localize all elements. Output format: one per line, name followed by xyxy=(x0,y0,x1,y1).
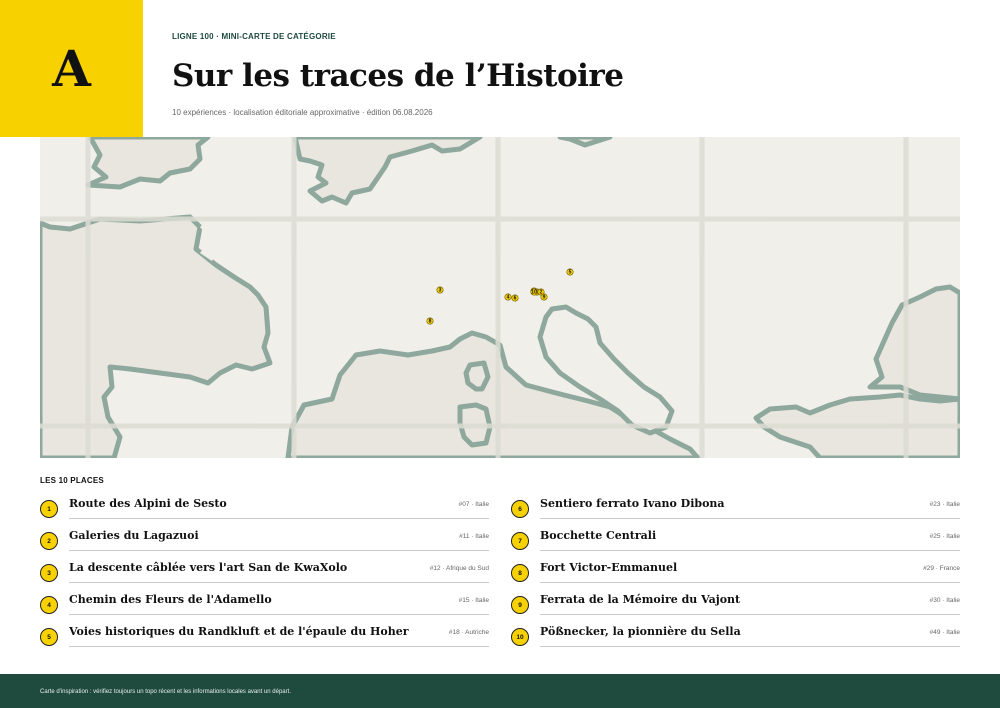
place-ref: #07 · Italie xyxy=(458,501,489,508)
divider xyxy=(540,550,960,551)
place-name[interactable]: Bocchette Centrali xyxy=(540,529,880,542)
footer: Carte d'inspiration : vérifiez toujours … xyxy=(0,674,1000,708)
category-eyebrow: LIGNE 100 · MINI-CARTE DE CATÉGORIE xyxy=(172,32,336,41)
place-ref: #49 · Italie xyxy=(929,629,960,636)
list-item[interactable]: 10 Pößnecker, la pionnière du Sella #49 … xyxy=(511,619,960,651)
list-item[interactable]: 6 Sentiero ferrato Ivano Dibona #23 · It… xyxy=(511,491,960,523)
marker-label: 8 xyxy=(429,319,432,325)
map-marker-4[interactable]: 4 xyxy=(504,293,512,301)
logo-letter: A xyxy=(52,38,91,98)
place-name[interactable]: Galeries du Lagazuoi xyxy=(69,529,409,542)
place-name[interactable]: Fort Victor-Emmanuel xyxy=(540,561,880,574)
marker-label: 5 xyxy=(569,270,572,276)
place-ref: #30 · Italie xyxy=(929,597,960,604)
divider xyxy=(69,518,489,519)
places-column-right: 6 Sentiero ferrato Ivano Dibona #23 · It… xyxy=(511,491,960,651)
list-item[interactable]: 4 Chemin des Fleurs de l'Adamello #15 · … xyxy=(40,587,489,619)
list-item[interactable]: 3 La descente câblée vers l'art San de K… xyxy=(40,555,489,587)
divider xyxy=(69,614,489,615)
divider xyxy=(69,550,489,551)
place-number: 6 xyxy=(511,500,529,518)
divider xyxy=(540,518,960,519)
divider xyxy=(69,646,489,647)
list-item[interactable]: 9 Ferrata de la Mémoire du Vajont #30 · … xyxy=(511,587,960,619)
place-ref: #12 · Afrique du Sud xyxy=(429,565,489,572)
map-marker-9[interactable]: 9 xyxy=(540,293,548,301)
place-number: 7 xyxy=(511,532,529,550)
place-name[interactable]: La descente câblée vers l'art San de Kwa… xyxy=(69,561,409,574)
divider xyxy=(69,582,489,583)
map-marker-6[interactable]: 6 xyxy=(511,294,519,302)
place-name[interactable]: Chemin des Fleurs de l'Adamello xyxy=(69,593,409,606)
place-number: 9 xyxy=(511,596,529,614)
place-name[interactable]: Route des Alpini de Sesto xyxy=(69,497,409,510)
place-number: 2 xyxy=(40,532,58,550)
list-item[interactable]: 8 Fort Victor-Emmanuel #29 · France xyxy=(511,555,960,587)
divider xyxy=(540,614,960,615)
place-number: 5 xyxy=(40,628,58,646)
place-name[interactable]: Voies historiques du Randkluft et de l'é… xyxy=(69,625,409,638)
place-name[interactable]: Ferrata de la Mémoire du Vajont xyxy=(540,593,880,606)
list-item[interactable]: 5 Voies historiques du Randkluft et de l… xyxy=(40,619,489,651)
page-title: Sur les traces de l’Histoire xyxy=(172,58,624,94)
place-ref: #29 · France xyxy=(923,565,960,572)
place-ref: #18 · Autriche xyxy=(448,629,489,636)
marker-label: 3 xyxy=(439,288,442,294)
list-heading: LES 10 PLACES xyxy=(40,476,104,485)
place-number: 4 xyxy=(40,596,58,614)
place-number: 10 xyxy=(511,628,529,646)
map-canvas: 12345678910 xyxy=(40,137,960,458)
marker-label: 6 xyxy=(514,296,517,302)
footer-disclaimer: Carte d'inspiration : vérifiez toujours … xyxy=(40,689,291,695)
place-name[interactable]: Sentiero ferrato Ivano Dibona xyxy=(540,497,880,510)
divider xyxy=(540,646,960,647)
place-number: 1 xyxy=(40,500,58,518)
list-item[interactable]: 7 Bocchette Centrali #25 · Italie xyxy=(511,523,960,555)
map-marker-3[interactable]: 3 xyxy=(436,286,444,294)
place-ref: #23 · Italie xyxy=(929,501,960,508)
category-map[interactable]: 12345678910 xyxy=(40,137,960,458)
list-item[interactable]: 2 Galeries du Lagazuoi #11 · Italie xyxy=(40,523,489,555)
map-marker-5[interactable]: 5 xyxy=(566,268,574,276)
divider xyxy=(540,582,960,583)
map-marker-10[interactable]: 10 xyxy=(530,288,538,296)
marker-label: 10 xyxy=(531,290,537,296)
place-number: 8 xyxy=(511,564,529,582)
map-marker-8[interactable]: 8 xyxy=(426,317,434,325)
place-ref: #15 · Italie xyxy=(458,597,489,604)
place-ref: #11 · Italie xyxy=(459,533,489,540)
marker-label: 4 xyxy=(507,295,510,301)
list-item[interactable]: 1 Route des Alpini de Sesto #07 · Italie xyxy=(40,491,489,523)
places-column-left: 1 Route des Alpini de Sesto #07 · Italie… xyxy=(40,491,489,651)
place-name[interactable]: Pößnecker, la pionnière du Sella xyxy=(540,625,880,638)
place-ref: #25 · Italie xyxy=(929,533,960,540)
marker-label: 9 xyxy=(543,295,546,301)
logo-block: A xyxy=(0,0,143,137)
page-meta: 10 expériences · localisation éditoriale… xyxy=(172,108,433,117)
place-number: 3 xyxy=(40,564,58,582)
